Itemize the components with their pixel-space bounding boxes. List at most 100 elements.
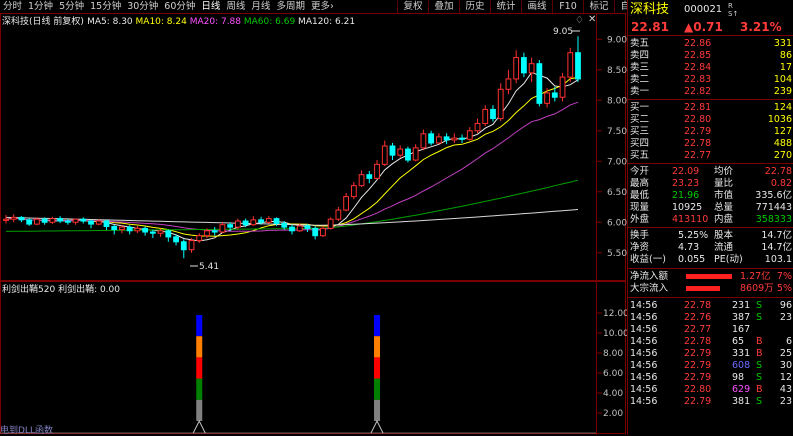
candle (567, 47, 574, 82)
period-tab[interactable]: 15分钟 (87, 0, 124, 13)
tick-volume: 381 (732, 396, 751, 407)
stat-row: 现量 10925 总量 771443 (628, 202, 793, 214)
indicator-tick: 4.00 (603, 389, 623, 399)
ma-legend-item: MA10: 8.24 (132, 17, 187, 27)
rz-badge: R S↑ (728, 2, 739, 18)
low-annotation: 5.41 (199, 262, 219, 272)
candle (180, 239, 187, 259)
tool-button[interactable]: 叠加 (428, 0, 459, 13)
tool-button[interactable]: F10 (552, 0, 583, 13)
stat-label: 内盘 (714, 214, 734, 225)
order-buy-row: 买二 22.80 1036 (628, 114, 793, 126)
candle (420, 129, 427, 151)
chart-legend: 深科技(日线 前复权) MA5: 8.30 MA10: 8.24 MA20: 7… (2, 14, 355, 27)
high-annotation: 9.05 (553, 27, 573, 37)
candle (381, 140, 388, 167)
flow-pct: 7% (776, 271, 792, 282)
tool-button[interactable]: 统计 (490, 0, 521, 13)
stat-label: 均价 (714, 166, 734, 177)
candle (188, 238, 195, 253)
candle (265, 216, 272, 224)
candle (536, 60, 543, 107)
period-tab[interactable]: 月线 (248, 0, 273, 13)
ma-legend-item: MA5: 8.30 (87, 17, 133, 27)
settings-icon[interactable]: ♢ (575, 15, 584, 26)
order-buy-row: 买一 22.81 124 (628, 102, 793, 114)
order-label: 买三 (630, 126, 650, 137)
stat-value: 771443 (755, 202, 792, 213)
period-tab[interactable]: 更多› (308, 0, 337, 13)
tick-time: 14:56 (630, 348, 658, 359)
period-tab[interactable]: 30分钟 (124, 0, 161, 13)
candle (405, 146, 411, 163)
candle (497, 83, 504, 122)
stat-label: 最低 (630, 190, 650, 201)
tick-count: 23 (779, 396, 792, 407)
period-tab[interactable]: 周线 (223, 0, 248, 13)
tick-volume: 331 (732, 348, 751, 359)
candle (490, 105, 496, 122)
tick-time: 14:56 (630, 324, 658, 335)
candle (435, 133, 442, 145)
tool-button[interactable]: 画线 (521, 0, 552, 13)
order-price: 22.82 (684, 86, 712, 97)
candle (72, 218, 79, 225)
stat-label: 外盘 (630, 214, 650, 225)
candle (289, 224, 295, 235)
tick-row: 14:56 22.79 331 B 25 (628, 348, 793, 360)
period-tab[interactable]: 60分钟 (161, 0, 198, 13)
tick-side: S (756, 396, 763, 407)
tool-button[interactable]: 标记 (583, 0, 614, 13)
tick-volume: 608 (732, 360, 751, 371)
tool-button[interactable]: 历史 (459, 0, 490, 13)
stat-label: PE(动) (714, 254, 743, 265)
order-sell-row: 卖四 22.85 86 (628, 50, 793, 62)
candle (3, 214, 9, 224)
flow-bar (686, 274, 732, 279)
tick-time: 14:56 (630, 396, 658, 407)
period-tab[interactable]: 5分钟 (56, 0, 87, 13)
stat-value: 358333 (755, 214, 792, 225)
tool-button[interactable]: 复权 (397, 0, 428, 13)
stat-value: 23.23 (672, 178, 700, 189)
order-label: 买一 (630, 102, 650, 113)
signal-bars (0, 315, 596, 434)
candle (482, 105, 489, 126)
tick-side: B (756, 384, 763, 395)
candle (134, 225, 141, 234)
tick-side: B (756, 336, 763, 347)
flow-label: 大宗流入 (630, 283, 669, 294)
stat-value: 14.7亿 (761, 242, 792, 253)
price-tick: 7.00 (607, 157, 627, 167)
indicator-tick: 12.00 (603, 309, 627, 319)
indicator-legend: 利剑出鞘520 利剑出鞘: 0.00 (2, 282, 120, 295)
order-volume: 239 (773, 86, 792, 97)
period-tab[interactable]: 分时 (0, 0, 25, 13)
tick-price: 22.79 (684, 348, 712, 359)
indicator-tick: 2.00 (603, 409, 623, 419)
close-icon[interactable]: ✕ (588, 14, 596, 25)
order-price: 22.83 (684, 74, 712, 85)
order-label: 卖二 (630, 74, 650, 85)
period-tab[interactable]: 多周期 (273, 0, 308, 13)
candle (250, 216, 257, 226)
order-sell-row: 卖三 22.84 17 (628, 62, 793, 74)
tick-price: 22.79 (684, 372, 712, 383)
order-label: 卖一 (630, 86, 650, 97)
tick-volume: 98 (732, 372, 745, 383)
candles (3, 36, 581, 259)
stat-row: 最高 23.23 量比 0.82 (628, 178, 793, 190)
tick-time: 14:56 (630, 360, 658, 371)
candle (196, 233, 203, 243)
ma-legend-item: MA20: 7.88 (186, 17, 242, 27)
kline-chart[interactable]: 9.00 8.50 8.00 7.50 7.00 6.50 6.00 5.50 12.00 10… (0, 13, 627, 435)
tick-row: 14:56 22.80 629 B 43 (628, 384, 793, 396)
last-price: 22.81 (631, 20, 669, 34)
period-tab[interactable]: 日线 (198, 0, 223, 13)
stat-value: 413110 (672, 214, 709, 225)
flow-bar (686, 286, 720, 291)
candle (211, 227, 218, 236)
tick-volume: 387 (732, 312, 751, 323)
stat-value: 21.96 (672, 190, 700, 201)
period-tab[interactable]: 1分钟 (25, 0, 56, 13)
